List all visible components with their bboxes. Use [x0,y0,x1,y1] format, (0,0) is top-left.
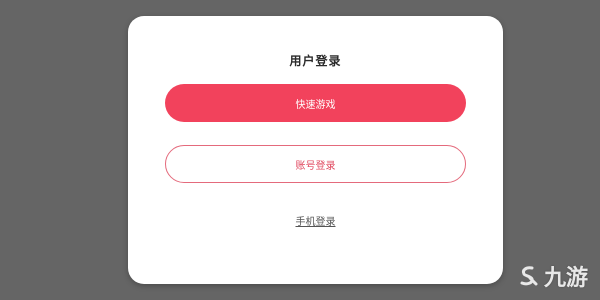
quick-play-label: 快速游戏 [295,99,336,111]
phone-login-link[interactable]: 手机登录 [128,213,503,228]
jiuyou-logo-icon [520,266,538,286]
watermark-text: 九游 [543,266,588,291]
account-login-button[interactable]: 账号登录 [165,145,466,183]
login-dialog: 用户登录 快速游戏 账号登录 手机登录 [128,16,503,284]
quick-play-button[interactable]: 快速游戏 [165,84,466,122]
dialog-title: 用户登录 [289,54,342,68]
account-login-label: 账号登录 [295,160,336,172]
watermark: 九游 [517,260,588,292]
